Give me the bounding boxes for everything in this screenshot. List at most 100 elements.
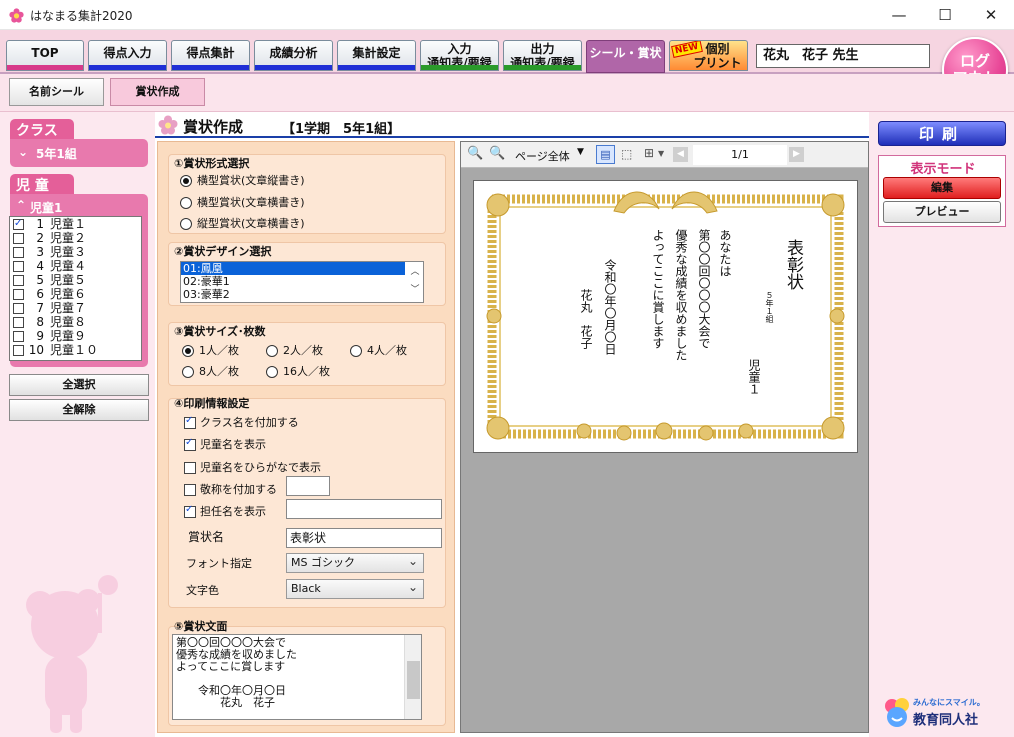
- tab-score-total[interactable]: 得点集計: [171, 40, 250, 71]
- children-group: 児童1: [30, 201, 63, 215]
- tab-settings[interactable]: 集計設定: [337, 40, 416, 71]
- select-all-button[interactable]: 全選択: [9, 374, 149, 396]
- next-page-icon[interactable]: ▶: [789, 147, 804, 162]
- body-line-1: あなたは: [718, 229, 732, 277]
- checkbox-icon[interactable]: [13, 246, 24, 258]
- tab-top[interactable]: TOP: [6, 40, 84, 71]
- checkbox-icon[interactable]: [13, 217, 24, 231]
- tab-score-input[interactable]: 得点入力: [88, 40, 167, 71]
- color-select[interactable]: Black: [286, 578, 424, 599]
- size-option-16[interactable]: 16人／枚: [266, 363, 330, 379]
- opt-hiragana[interactable]: 児童名をひらがなで表示: [184, 459, 321, 475]
- student-row[interactable]: 5 児童５: [10, 273, 141, 287]
- maximize-button[interactable]: ☐: [922, 0, 968, 30]
- prev-page-icon[interactable]: ◀: [673, 147, 688, 162]
- caret-down-icon[interactable]: ▼: [658, 149, 664, 158]
- page-indicator[interactable]: 1/1: [693, 145, 787, 165]
- award-name-input[interactable]: 表彰状: [286, 528, 442, 548]
- scroll-arrows-icon[interactable]: ︿ ﹀: [408, 263, 422, 299]
- teacher-name: 花丸 花子 先生: [756, 44, 930, 68]
- student-row[interactable]: 6 児童６: [10, 287, 141, 301]
- color-label: 文字色: [186, 584, 219, 597]
- student-row[interactable]: 7 児童７: [10, 301, 141, 315]
- section-design-title: ②賞状デザイン選択: [174, 245, 272, 258]
- tab-individual-print[interactable]: NEW 個別 プリント: [669, 40, 748, 71]
- company-logo: みんなにスマイル。 教育同人社: [883, 697, 1011, 733]
- size-option-1[interactable]: 1人／枚: [182, 342, 239, 358]
- checkbox-icon[interactable]: [13, 330, 24, 342]
- tab-report-output[interactable]: 出力 通知表/要録: [503, 40, 582, 71]
- checkbox-icon[interactable]: [13, 288, 24, 300]
- design-option-1[interactable]: 01:鳳凰: [181, 262, 405, 275]
- honorific-input[interactable]: [286, 476, 330, 496]
- student-row[interactable]: 1 児童１: [10, 217, 141, 231]
- opt-honorific[interactable]: 敬称を付加する: [184, 481, 277, 497]
- teacher-name-input[interactable]: [286, 499, 442, 519]
- checkbox-icon[interactable]: [13, 316, 24, 328]
- student-number: 6: [36, 287, 44, 301]
- textarea-scrollbar[interactable]: [404, 635, 421, 719]
- opt-teacher-name[interactable]: 担任名を表示: [184, 503, 266, 519]
- caret-down-icon[interactable]: ▼: [577, 147, 584, 157]
- student-number: 1: [36, 217, 44, 231]
- opt-child-name[interactable]: 児童名を表示: [184, 436, 266, 452]
- student-row[interactable]: 2 児童２: [10, 231, 141, 245]
- size-option-2[interactable]: 2人／枚: [266, 342, 323, 358]
- student-row[interactable]: 3 児童３: [10, 245, 141, 259]
- checkbox-icon[interactable]: [13, 260, 24, 272]
- header-divider: [155, 136, 870, 138]
- page-width-icon[interactable]: ⬚: [621, 147, 632, 161]
- checkbox-icon[interactable]: [13, 344, 24, 356]
- checkbox-icon: [184, 484, 196, 496]
- minimize-button[interactable]: —: [876, 0, 922, 30]
- radio-icon: [266, 366, 278, 378]
- logo-name: 教育同人社: [913, 713, 979, 728]
- size-option-8[interactable]: 8人／枚: [182, 363, 239, 379]
- student-number: 3: [36, 245, 44, 259]
- chevron-up-icon[interactable]: ⌃: [16, 198, 26, 212]
- design-option-2[interactable]: 02:豪華1: [181, 275, 423, 288]
- award-title: 表彰状: [783, 239, 803, 290]
- deselect-all-button[interactable]: 全解除: [9, 399, 149, 421]
- student-number: 10: [28, 343, 44, 357]
- subtab-name-seal[interactable]: 名前シール: [9, 78, 104, 106]
- close-button[interactable]: ✕: [968, 0, 1014, 30]
- checkbox-icon: [184, 504, 196, 518]
- student-row[interactable]: 10 児童１０: [10, 343, 141, 357]
- student-number: 2: [36, 231, 44, 245]
- tab-report-input[interactable]: 入力 通知表/要録: [420, 40, 499, 71]
- student-row[interactable]: 4 児童４: [10, 259, 141, 273]
- design-option-3[interactable]: 03:豪華2: [181, 288, 423, 301]
- student-row[interactable]: 8 児童８: [10, 315, 141, 329]
- class-selector[interactable]: ⌄ 5年1組: [10, 139, 148, 167]
- edit-mode-button[interactable]: 編集: [883, 177, 1001, 199]
- print-button[interactable]: 印刷: [878, 121, 1006, 146]
- checkbox-icon[interactable]: [13, 274, 24, 286]
- student-name: 児童６: [50, 287, 87, 301]
- size-option-4[interactable]: 4人／枚: [350, 342, 407, 358]
- body-textarea[interactable]: 第〇〇回〇〇〇大会で 優秀な成績を収めました よってここに賞します 令和〇年〇月…: [172, 634, 422, 720]
- font-label: フォント指定: [186, 557, 252, 570]
- children-header: 児 童: [10, 174, 74, 194]
- zoom-out-icon[interactable]: 🔍: [467, 146, 483, 161]
- font-select[interactable]: MS ゴシック: [286, 552, 424, 573]
- format-option-2[interactable]: 横型賞状(文章横書き): [180, 194, 305, 210]
- tab-seal-award[interactable]: シール・賞状: [586, 40, 665, 73]
- subtab-award-create[interactable]: 賞状作成: [110, 78, 205, 106]
- student-list[interactable]: 1 児童１ 2 児童２ 3 児童３ 4 児童４ 5 児童５ 6 児童６ 7 児童７ 8 児童８ 9 児童９ 10 児童…: [9, 216, 142, 361]
- format-option-3[interactable]: 縦型賞状(文章横書き): [180, 215, 305, 231]
- checkbox-icon[interactable]: [13, 302, 24, 314]
- single-page-icon[interactable]: ▤: [596, 145, 615, 164]
- checkbox-icon[interactable]: [13, 232, 24, 244]
- zoom-select[interactable]: ページ全体: [515, 148, 570, 164]
- preview-mode-button[interactable]: プレビュー: [883, 201, 1001, 223]
- opt-class-name[interactable]: クラス名を付加する: [184, 414, 299, 430]
- student-row[interactable]: 9 児童９: [10, 329, 141, 343]
- tab-analysis[interactable]: 成績分析: [254, 40, 333, 71]
- design-listbox[interactable]: 01:鳳凰 02:豪華1 03:豪華2 ︿ ﹀: [180, 261, 424, 303]
- zoom-in-icon[interactable]: 🔍: [489, 146, 505, 161]
- radio-icon: [182, 345, 194, 357]
- award-child: 児童１: [747, 359, 761, 395]
- format-option-1[interactable]: 横型賞状(文章縦書き): [180, 172, 305, 188]
- multi-page-icon[interactable]: ⊞: [644, 146, 654, 160]
